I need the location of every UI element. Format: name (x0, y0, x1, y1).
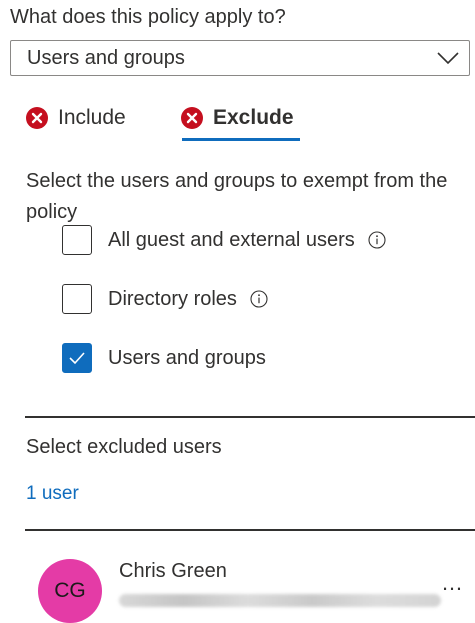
users-and-groups-label: Users and groups (108, 346, 266, 369)
option-users-and-groups[interactable]: Users and groups (62, 341, 266, 375)
selected-users-count-link[interactable]: 1 user (26, 483, 79, 505)
tab-include-label: Include (58, 106, 126, 129)
more-options-button[interactable]: … (441, 570, 464, 596)
tab-exclude-label: Exclude (213, 106, 294, 129)
divider (25, 529, 475, 531)
selected-tab-indicator (182, 138, 300, 141)
all-guest-external-users-label: All guest and external users (108, 228, 355, 251)
user-email-redacted (119, 588, 444, 614)
checkmark-icon (69, 352, 85, 365)
select-excluded-users-label: Select excluded users (26, 436, 222, 458)
error-circle-icon (181, 107, 203, 129)
directory-roles-label: Directory roles (108, 287, 237, 310)
info-icon[interactable] (368, 231, 386, 249)
avatar-initials: CG (54, 579, 86, 602)
users-and-groups-checkbox[interactable] (62, 343, 92, 373)
directory-roles-checkbox[interactable] (62, 284, 92, 314)
tab-include[interactable]: Include (26, 96, 126, 140)
divider (25, 416, 475, 418)
user-name: Chris Green (119, 560, 227, 582)
applies-to-value: Users and groups (27, 47, 185, 69)
applies-to-dropdown[interactable]: Users and groups (10, 40, 470, 76)
info-icon[interactable] (250, 290, 268, 308)
tab-exclude[interactable]: Exclude (181, 96, 294, 140)
chevron-down-icon (437, 52, 459, 65)
option-all-guest-external-users[interactable]: All guest and external users (62, 223, 386, 257)
all-guest-external-users-checkbox[interactable] (62, 225, 92, 255)
avatar: CG (38, 559, 102, 623)
redacted-email-blur (119, 594, 441, 607)
policy-question: What does this policy apply to? (10, 6, 286, 28)
option-directory-roles[interactable]: Directory roles (62, 282, 268, 316)
error-circle-icon (26, 107, 48, 129)
exclude-instruction: Select the users and groups to exempt fr… (26, 170, 448, 223)
